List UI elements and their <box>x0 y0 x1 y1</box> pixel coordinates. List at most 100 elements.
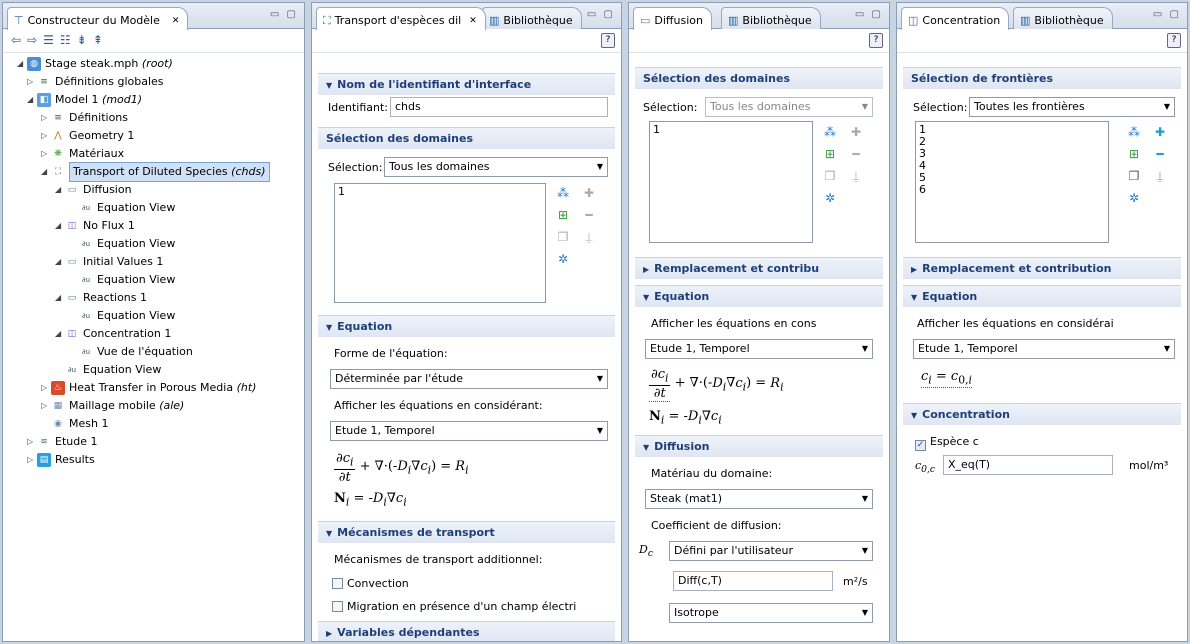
tree-node-materials[interactable]: ▷ ❋ Matériaux <box>41 145 124 163</box>
tab-library[interactable]: ▥ Bibliothèque <box>482 7 582 29</box>
list-item[interactable]: 1 <box>338 186 542 198</box>
tree-node-heat-transfer[interactable]: ▷ ♨ Heat Transfer in Porous Media (ht) <box>41 379 256 397</box>
expand-icon[interactable]: ⇟ <box>77 33 93 47</box>
migration-checkbox[interactable]: Migration en présence d'un champ électri <box>332 600 576 613</box>
tab-library[interactable]: ▥ Bibliothèque <box>721 7 821 29</box>
section-header-equation[interactable]: ▼ Equation <box>903 285 1181 307</box>
tree-node-geometry[interactable]: ▷ ⋀ Geometry 1 <box>41 127 134 145</box>
copy-icon[interactable]: ❐ <box>823 169 837 183</box>
close-icon[interactable]: ✕ <box>469 16 477 26</box>
section-header-equation[interactable]: ▼ Equation <box>635 285 883 307</box>
domain-list[interactable]: 1 <box>334 183 546 303</box>
section-header-domains[interactable]: Sélection des domaines <box>318 127 615 149</box>
remove-icon[interactable]: ━ <box>582 208 596 222</box>
close-icon[interactable]: ✕ <box>172 16 180 26</box>
domain-list[interactable]: 1 <box>649 121 813 243</box>
remove-icon[interactable]: ━ <box>1153 147 1167 161</box>
list-item[interactable]: 1 <box>653 124 809 136</box>
create-selection-icon[interactable]: ✲ <box>1127 191 1141 205</box>
clear-icon[interactable]: ⍊ <box>1153 169 1167 183</box>
isotropy-dropdown[interactable]: Isotrope ▼ <box>669 603 873 623</box>
minimize-maximize-icon[interactable]: ▭ ▢ <box>855 9 883 20</box>
section-header-variables[interactable]: ▶ Variables dépendantes <box>318 621 615 641</box>
help-icon[interactable]: ? <box>1167 33 1181 48</box>
minimize-maximize-icon[interactable]: ▭ ▢ <box>1153 9 1181 20</box>
minimize-maximize-icon[interactable]: ▭ ▢ <box>270 9 298 20</box>
tree-node-concentration[interactable]: ◢ ◫ Concentration 1 <box>55 325 171 343</box>
copy-icon[interactable]: ❐ <box>556 230 570 244</box>
show-equations-dropdown[interactable]: Etude 1, Temporel ▼ <box>330 421 608 441</box>
tree-node-global-definitions[interactable]: ▷ ≡ Définitions globales <box>27 73 164 91</box>
back-arrow-icon[interactable]: ⇦ <box>11 33 27 47</box>
list-item[interactable]: 4 <box>919 160 1105 172</box>
section-header-equation[interactable]: ▼ Equation <box>318 315 615 337</box>
convection-checkbox[interactable]: Convection <box>332 577 409 590</box>
tree-node-transport[interactable]: ◢ ⛶ Transport of Diluted Species (chds) <box>41 162 270 182</box>
section-header-override[interactable]: ▶ Remplacement et contribution <box>903 257 1181 279</box>
tree-node-definitions[interactable]: ▷ ≡ Définitions <box>41 109 128 127</box>
copy-icon[interactable]: ❐ <box>1127 169 1141 183</box>
tree-node-initial-values[interactable]: ◢ ▭ Initial Values 1 <box>55 253 163 271</box>
show-equations-dropdown[interactable]: Etude 1, Temporel ▼ <box>913 339 1175 359</box>
tab-model-builder[interactable]: ⊤ Constructeur du Modèle ✕ <box>7 7 189 30</box>
tree-node-root[interactable]: ◢ ◍ Stage steak.mph (root) <box>17 55 173 73</box>
add-icon[interactable]: ✚ <box>582 186 596 200</box>
zoom-to-selection-icon[interactable]: ⊞ <box>823 147 837 161</box>
tree-node-equation-view[interactable]: ∂u Equation View <box>79 307 175 325</box>
help-icon[interactable]: ? <box>869 33 883 48</box>
list-item[interactable]: 5 <box>919 172 1105 184</box>
clear-icon[interactable]: ⍊ <box>849 169 863 183</box>
list-item[interactable]: 2 <box>919 136 1105 148</box>
list-item[interactable]: 6 <box>919 184 1105 196</box>
selection-dropdown[interactable]: Tous les domaines ▼ <box>705 97 873 117</box>
species-c-checkbox[interactable]: ✓ Espèce c <box>915 435 979 451</box>
material-dropdown[interactable]: Steak (mat1) ▼ <box>645 489 873 509</box>
filter-icon[interactable]: ☷ <box>60 33 77 47</box>
tree-node-equation-view[interactable]: ∂u Equation View <box>79 199 175 217</box>
tree-node-results[interactable]: ▷ ▤ Results <box>27 451 95 469</box>
create-selection-icon[interactable]: ✲ <box>823 191 837 205</box>
tab-transport[interactable]: ⛶ Transport d'espèces dil ✕ <box>316 7 486 30</box>
show-equations-dropdown[interactable]: Etude 1, Temporel ▼ <box>645 339 873 359</box>
tree-node-equation-view[interactable]: ∂u Equation View <box>79 271 175 289</box>
section-header-identifier[interactable]: ▼ Nom de l'identifiant d'interface <box>318 73 615 95</box>
tree-node-equation-view[interactable]: ∂u Vue de l'équation <box>79 343 193 361</box>
zoom-to-selection-icon[interactable]: ⊞ <box>556 208 570 222</box>
tab-concentration[interactable]: ◫ Concentration <box>901 7 1010 30</box>
selection-dropdown[interactable]: Tous les domaines ▼ <box>384 157 608 177</box>
tree-node-equation-view[interactable]: ∂u Equation View <box>65 361 161 379</box>
tree-node-equation-view[interactable]: ∂u Equation View <box>79 235 175 253</box>
dc-source-dropdown[interactable]: Défini par l'utilisateur ▼ <box>669 541 873 561</box>
paste-selection-icon[interactable]: ⁂ <box>823 125 837 139</box>
tree-node-moving-mesh[interactable]: ▷ ▦ Maillage mobile (ale) <box>41 397 184 415</box>
minimize-maximize-icon[interactable]: ▭ ▢ <box>587 9 615 20</box>
selection-dropdown[interactable]: Toutes les frontières ▼ <box>969 97 1175 117</box>
remove-icon[interactable]: ━ <box>849 147 863 161</box>
identifier-input[interactable]: chds <box>390 97 608 117</box>
boundary-list[interactable]: 1 2 3 4 5 6 <box>915 121 1109 243</box>
equation-form-dropdown[interactable]: Déterminée par l'étude ▼ <box>330 369 608 389</box>
add-icon[interactable]: ✚ <box>849 125 863 139</box>
show-icon[interactable]: ☰ <box>43 33 60 47</box>
tab-library[interactable]: ▥ Bibliothèque <box>1013 7 1113 29</box>
tree-node-mesh[interactable]: ◉ Mesh 1 <box>51 415 108 433</box>
forward-arrow-icon[interactable]: ⇨ <box>27 33 43 47</box>
add-icon[interactable]: ✚ <box>1153 125 1167 139</box>
paste-selection-icon[interactable]: ⁂ <box>556 186 570 200</box>
zoom-to-selection-icon[interactable]: ⊞ <box>1127 147 1141 161</box>
tree-node-model1[interactable]: ◢ ◧ Model 1 (mod1) <box>27 91 142 109</box>
collapse-icon[interactable]: ⇞ <box>93 33 109 47</box>
section-header-domains[interactable]: Sélection des domaines <box>635 67 883 89</box>
section-header-override[interactable]: ▶ Remplacement et contribu <box>635 257 883 279</box>
diffusion-coefficient-input[interactable]: Diff(c,T) <box>673 571 833 591</box>
list-item[interactable]: 1 <box>919 124 1105 136</box>
list-item[interactable]: 3 <box>919 148 1105 160</box>
tab-diffusion[interactable]: ▭ Diffusion <box>633 7 712 30</box>
section-header-mechanisms[interactable]: ▼ Mécanismes de transport <box>318 521 615 543</box>
help-icon[interactable]: ? <box>601 33 615 48</box>
tree-node-diffusion[interactable]: ◢ ▭ Diffusion <box>55 181 132 199</box>
section-header-boundaries[interactable]: Sélection de frontières <box>903 67 1181 89</box>
paste-selection-icon[interactable]: ⁂ <box>1127 125 1141 139</box>
c0-input[interactable]: X_eq(T) <box>943 455 1113 475</box>
tree-node-study[interactable]: ▷ ≋ Etude 1 <box>27 433 97 451</box>
